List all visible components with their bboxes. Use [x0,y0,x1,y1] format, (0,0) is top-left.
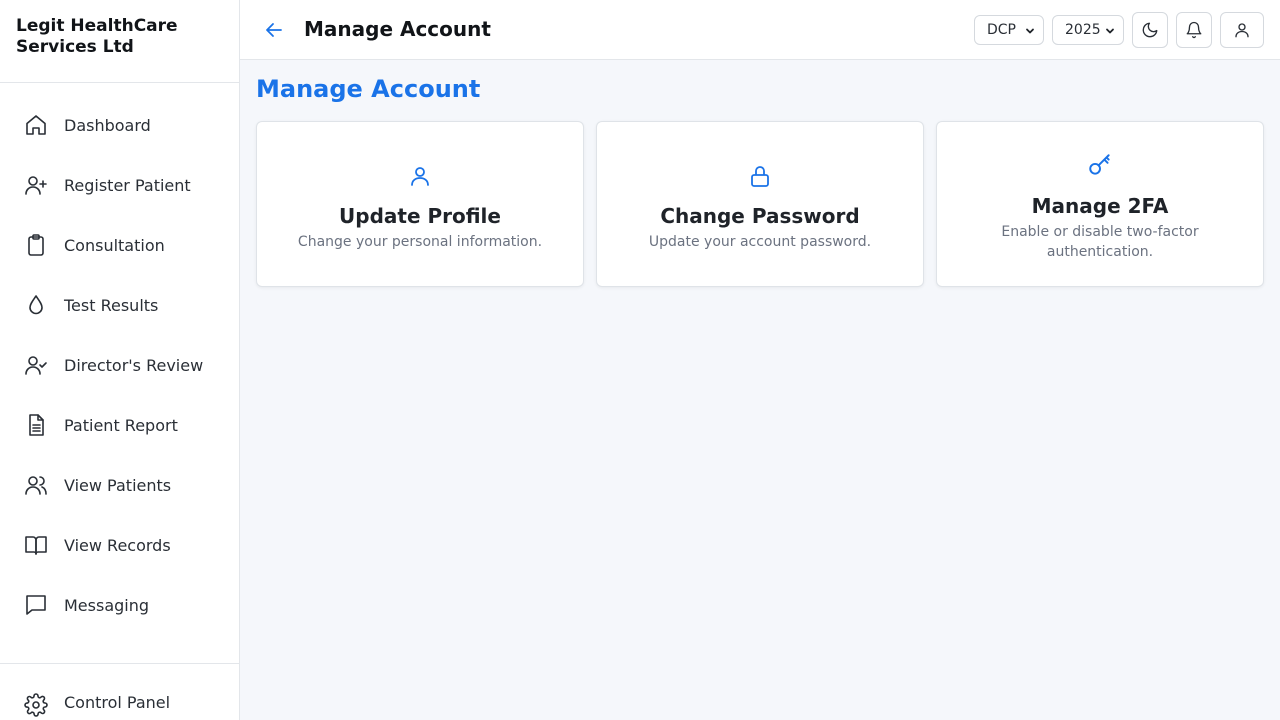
notifications-button[interactable] [1176,12,1212,48]
sidebar: Legit HealthCare Services Ltd Dashboard … [0,0,240,720]
sidebar-item-label: Messaging [64,595,150,615]
key-icon [937,152,1263,178]
user-icon [1233,21,1251,39]
brand-name: Legit HealthCare Services Ltd [0,0,239,83]
sidebar-item-register-patient[interactable]: Register Patient [0,155,239,215]
sidebar-item-control-panel[interactable]: Control Panel [0,677,239,720]
sidebar-item-directors-review[interactable]: Director's Review [0,335,239,395]
sidebar-nav: Dashboard Register Patient Consultation … [0,83,239,635]
bell-icon [1185,21,1203,39]
document-icon [24,413,48,437]
card-description: Update your account password. [648,234,872,250]
manage-2fa-card[interactable]: Manage 2FA Enable or disable two-factor … [936,121,1264,287]
sidebar-item-label: Dashboard [64,115,151,135]
card-title: Change Password [660,204,860,228]
user-check-icon [24,353,48,377]
sidebar-item-patient-report[interactable]: Patient Report [0,395,239,455]
sidebar-footer: Control Panel [0,663,239,720]
profile-button[interactable] [1220,12,1264,48]
top-header: Manage Account DCP 2025 [240,0,1280,60]
book-icon [24,533,48,557]
droplet-icon [24,293,48,317]
user-icon [257,164,583,188]
user-plus-icon [24,173,48,197]
sidebar-item-label: View Records [64,535,171,555]
sidebar-item-consultation[interactable]: Consultation [0,215,239,275]
update-profile-card[interactable]: Update Profile Change your personal info… [256,121,584,287]
card-title: Manage 2FA [1031,194,1169,218]
home-icon [24,113,48,137]
back-arrow-icon[interactable] [262,18,286,42]
sidebar-item-label: Control Panel [64,693,171,712]
users-icon [24,473,48,497]
sidebar-item-test-results[interactable]: Test Results [0,275,239,335]
chevron-down-icon [1105,26,1115,36]
unit-select[interactable]: DCP [974,15,1044,45]
sidebar-item-view-patients[interactable]: View Patients [0,455,239,515]
sidebar-item-dashboard[interactable]: Dashboard [0,95,239,155]
sidebar-item-view-records[interactable]: View Records [0,515,239,575]
sidebar-item-label: Director's Review [64,355,204,375]
card-description: Change your personal information. [297,234,543,250]
sidebar-item-label: Test Results [64,295,159,315]
sidebar-item-label: Register Patient [64,175,191,195]
clipboard-icon [24,233,48,257]
lock-icon [597,164,923,188]
unit-select-value: DCP [987,22,1016,38]
sidebar-item-messaging[interactable]: Messaging [0,575,239,635]
moon-icon [1141,21,1159,39]
gear-icon [24,693,48,717]
change-password-card[interactable]: Change Password Update your account pass… [596,121,924,287]
card-description: Enable or disable two-factor authenticat… [1001,224,1199,260]
sidebar-item-label: Consultation [64,235,165,255]
card-title: Update Profile [339,204,501,228]
page-title: Manage Account [304,17,491,41]
chevron-down-icon [1025,26,1035,36]
sidebar-item-label: Patient Report [64,415,178,435]
sidebar-item-label: View Patients [64,475,172,495]
theme-toggle-button[interactable] [1132,12,1168,48]
main-heading: Manage Account [256,75,481,103]
year-select[interactable]: 2025 [1052,15,1124,45]
message-icon [24,593,48,617]
year-select-value: 2025 [1065,22,1101,38]
